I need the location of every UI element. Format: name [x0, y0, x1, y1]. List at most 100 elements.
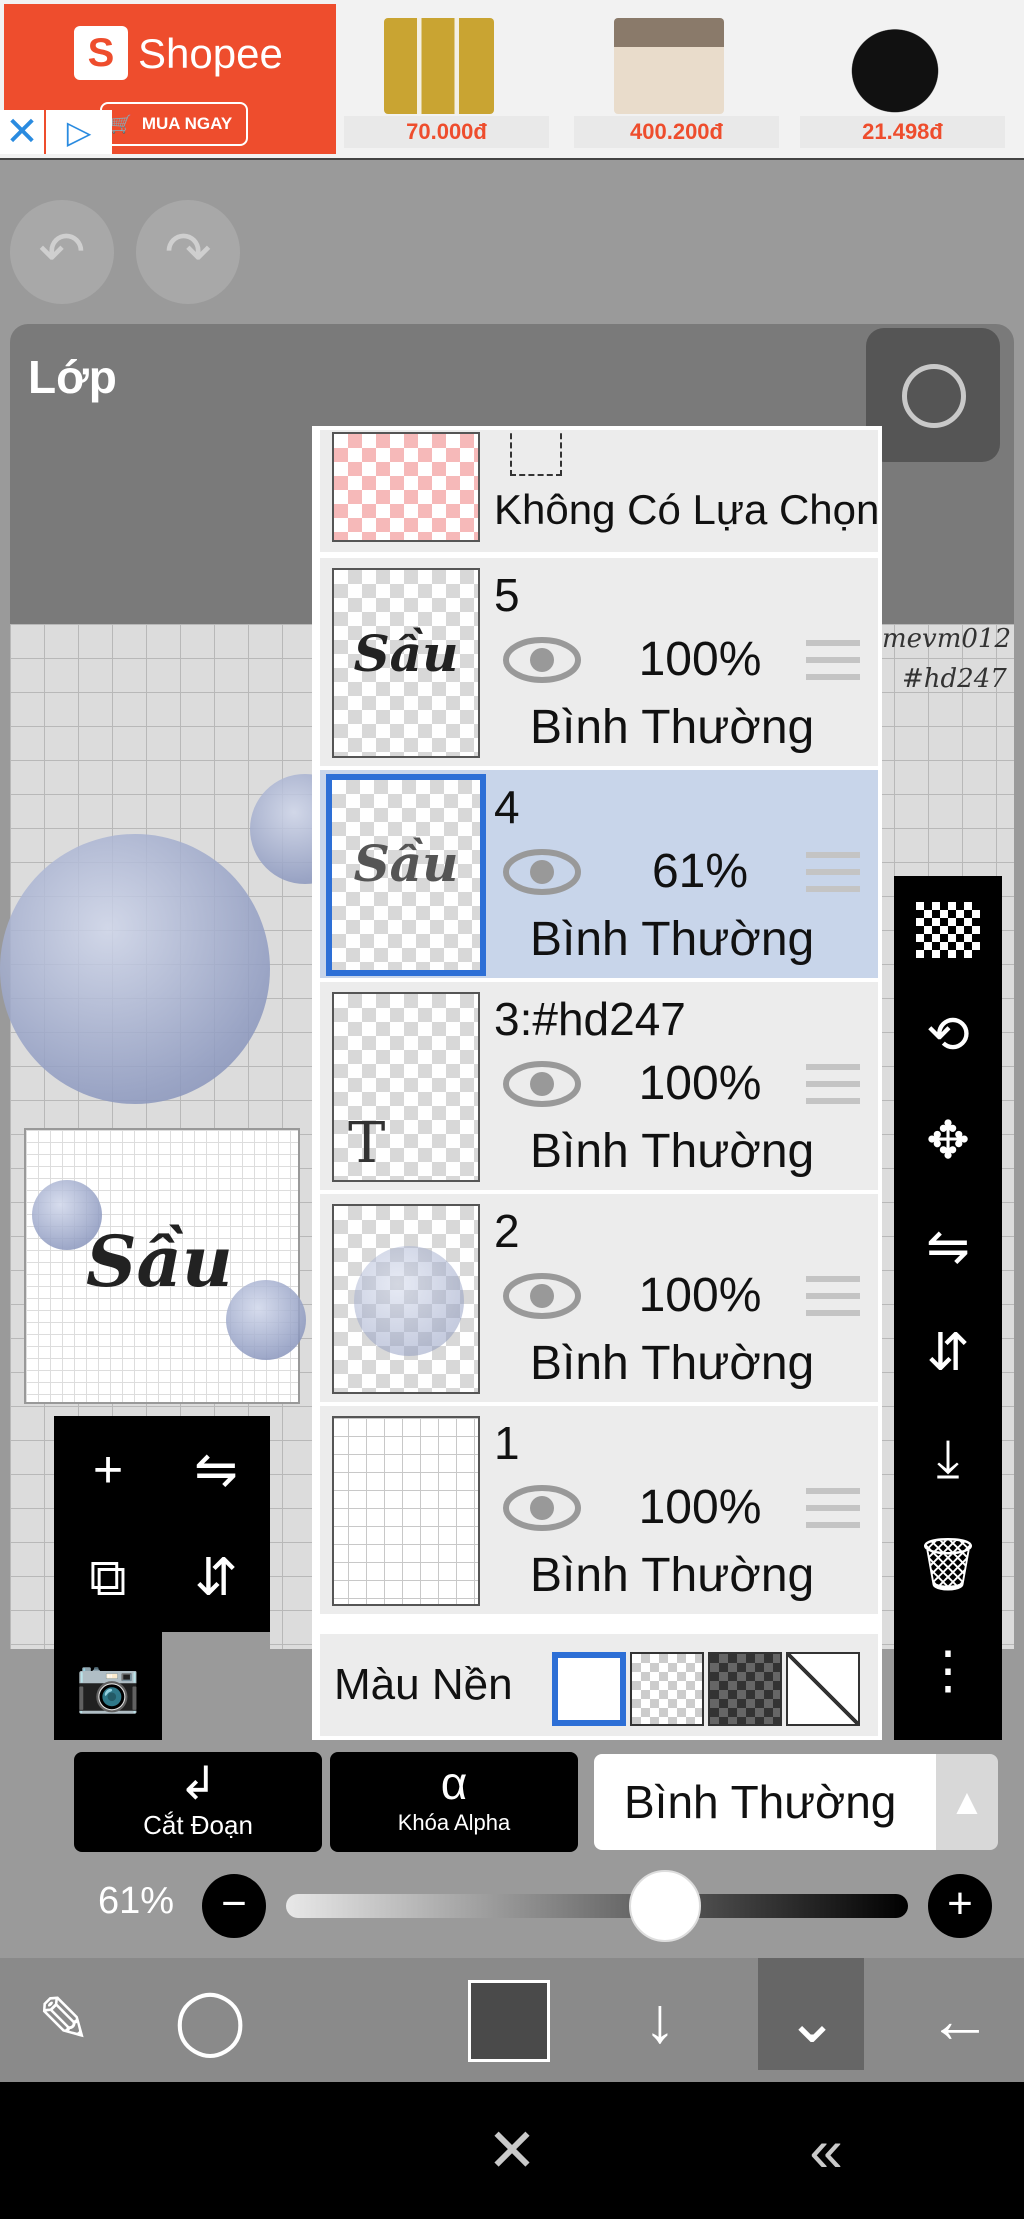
background-dark-option[interactable] [708, 1652, 782, 1726]
thumbnail-artwork: Sầu [353, 624, 459, 683]
thumbnail-artwork: Sầu [353, 834, 459, 893]
transparency-button[interactable] [894, 876, 1002, 982]
clipping-button[interactable]: ↲ Cắt Đoạn [74, 1752, 322, 1852]
layer-name: 4 [494, 781, 520, 833]
product-image [614, 18, 724, 114]
current-color-swatch[interactable] [468, 1980, 550, 2062]
visibility-eye-icon[interactable] [502, 1484, 582, 1532]
opacity-slider-track[interactable] [286, 1894, 908, 1918]
opacity-increase-button[interactable]: + [928, 1874, 992, 1938]
visibility-eye-icon[interactable] [502, 1272, 582, 1320]
watermark-line2: #hd247 [902, 664, 1007, 694]
drag-handle-icon[interactable] [806, 1488, 860, 1528]
buy-now-button[interactable]: MUA NGAY [100, 102, 248, 146]
product-price: 70.000đ [344, 116, 549, 148]
lock-icon: α [440, 1757, 468, 1809]
panel-title: Lớp [28, 351, 117, 403]
layer-name: 1 [494, 1417, 520, 1469]
preview-bubble [226, 1280, 306, 1360]
background-transparent-option[interactable] [630, 1652, 704, 1726]
nav-back-icon[interactable]: « [756, 2082, 896, 2219]
thumbnail-bubble [354, 1246, 464, 1356]
layers-list[interactable]: Không Có Lựa Chọn Sầu 5 100% Bình Thường… [312, 426, 882, 1740]
lasso-icon[interactable]: ◯ [150, 1958, 270, 2082]
layer-row-2[interactable]: 2 100% Bình Thường [320, 1194, 878, 1404]
move-button[interactable]: ✥ [894, 1088, 1002, 1194]
camera-icon[interactable]: 📷 [54, 1632, 162, 1740]
ad-banner[interactable]: S Shopee MUA NGAY ✕ ▷ 70.000đ 400.200đ 2… [0, 0, 1024, 160]
layer-blend-mode: Bình Thường [530, 913, 815, 966]
layer-thumbnail: Sầu [326, 774, 486, 976]
preview-artwork-text: Sầu [86, 1220, 233, 1303]
nav-center-icon[interactable]: ✕ [442, 2082, 582, 2219]
more-options-icon[interactable]: ⋮ [894, 1618, 1002, 1724]
layer-row-3[interactable]: T 3:#hd247 100% Bình Thường [320, 982, 878, 1192]
layer-tools-right: ⟲ ✥ ⇋ ⇵ ⤓ 🗑 ⋮ [894, 876, 1002, 1740]
collapse-panel-icon[interactable]: ⌄ [752, 1958, 872, 2082]
visibility-eye-icon[interactable] [502, 1060, 582, 1108]
transform-button[interactable]: ⟲ [894, 982, 1002, 1088]
canvas-bubble [0, 834, 270, 1104]
selection-label: Không Có Lựa Chọn [494, 486, 880, 533]
drag-handle-icon[interactable] [806, 852, 860, 892]
visibility-eye-icon[interactable] [502, 636, 582, 684]
add-copy-layer-button[interactable]: ⧉ [54, 1524, 162, 1632]
alpha-lock-label: Khóa Alpha [397, 1810, 511, 1835]
opacity-value: 61% [98, 1880, 175, 1922]
layer-blend-mode: Bình Thường [530, 1125, 815, 1178]
selection-marquee-icon [510, 430, 562, 476]
layer-row-4[interactable]: Sầu 4 61% Bình Thường [320, 770, 878, 980]
layer-row-1[interactable]: 1 100% Bình Thường [320, 1406, 878, 1616]
undo-button[interactable]: ↶ [10, 200, 114, 304]
flip-vertical-button[interactable]: ⇵ [894, 1300, 1002, 1406]
system-nav-bar: ✕ « [0, 2082, 1024, 2219]
layer-opacity: 100% [638, 633, 762, 686]
redo-button[interactable]: ↷ [136, 200, 240, 304]
add-layer-button[interactable]: + [54, 1416, 162, 1524]
alpha-lock-button[interactable]: α Khóa Alpha [330, 1752, 578, 1852]
opacity-decrease-button[interactable]: − [202, 1874, 266, 1938]
opacity-slider-knob[interactable] [629, 1870, 702, 1942]
layer-name: 5 [494, 569, 520, 621]
watermark-line1: mevm012 [882, 624, 1012, 654]
ad-product-2[interactable]: 400.200đ [574, 6, 779, 148]
record-icon[interactable] [866, 328, 1000, 462]
canvas-gap [162, 1632, 270, 1740]
close-icon[interactable]: ✕ [0, 110, 44, 154]
merge-down-button[interactable]: ⤓ [894, 1406, 1002, 1512]
background-white-option[interactable] [552, 1652, 626, 1726]
layer-name: 3:#hd247 [494, 993, 686, 1045]
layer-row-5[interactable]: Sầu 5 100% Bình Thường [320, 558, 878, 768]
ad-product-3[interactable]: 21.498đ [800, 6, 1005, 148]
clipping-icon: ↲ [178, 1757, 218, 1809]
clipping-label: Cắt Đoạn [143, 1810, 253, 1840]
back-arrow-icon[interactable]: ← [900, 1958, 1020, 2082]
arrow-down-icon[interactable]: ↓ [600, 1958, 720, 2082]
canvas-preview[interactable]: Sầu [24, 1128, 306, 1404]
visibility-eye-icon[interactable] [502, 848, 582, 896]
layer-thumbnail [332, 1204, 480, 1394]
trash-icon[interactable]: 🗑 [894, 1512, 1002, 1618]
chevron-up-icon[interactable]: ▲ [936, 1754, 998, 1850]
product-price: 400.200đ [574, 116, 779, 148]
flip-vertical-button[interactable]: ⇵ [162, 1524, 270, 1632]
layer-thumbnail: T [332, 992, 480, 1182]
drag-handle-icon[interactable] [806, 1064, 860, 1104]
drag-handle-icon[interactable] [806, 1276, 860, 1316]
product-image [384, 18, 494, 114]
ad-product-1[interactable]: 70.000đ [344, 6, 549, 148]
drag-handle-icon[interactable] [806, 640, 860, 680]
product-image [840, 18, 950, 114]
checker-icon [916, 902, 980, 958]
flip-horizontal-button[interactable]: ⇋ [894, 1194, 1002, 1300]
background-none-option[interactable] [786, 1652, 860, 1726]
flip-horizontal-button[interactable]: ⇋ [162, 1416, 270, 1524]
adchoices-play-icon[interactable]: ▷ [46, 110, 112, 154]
blend-mode-select[interactable]: Bình Thường [594, 1754, 940, 1850]
selection-layer-row[interactable]: Không Có Lựa Chọn [320, 430, 880, 554]
app-screen: S Shopee MUA NGAY ✕ ▷ 70.000đ 400.200đ 2… [0, 0, 1024, 2219]
layer-blend-mode: Bình Thường [530, 701, 815, 754]
brush-eraser-toggle-icon[interactable]: ✎ [4, 1958, 124, 2082]
layer-name: 2 [494, 1205, 520, 1257]
layer-thumbnail [332, 1416, 480, 1606]
